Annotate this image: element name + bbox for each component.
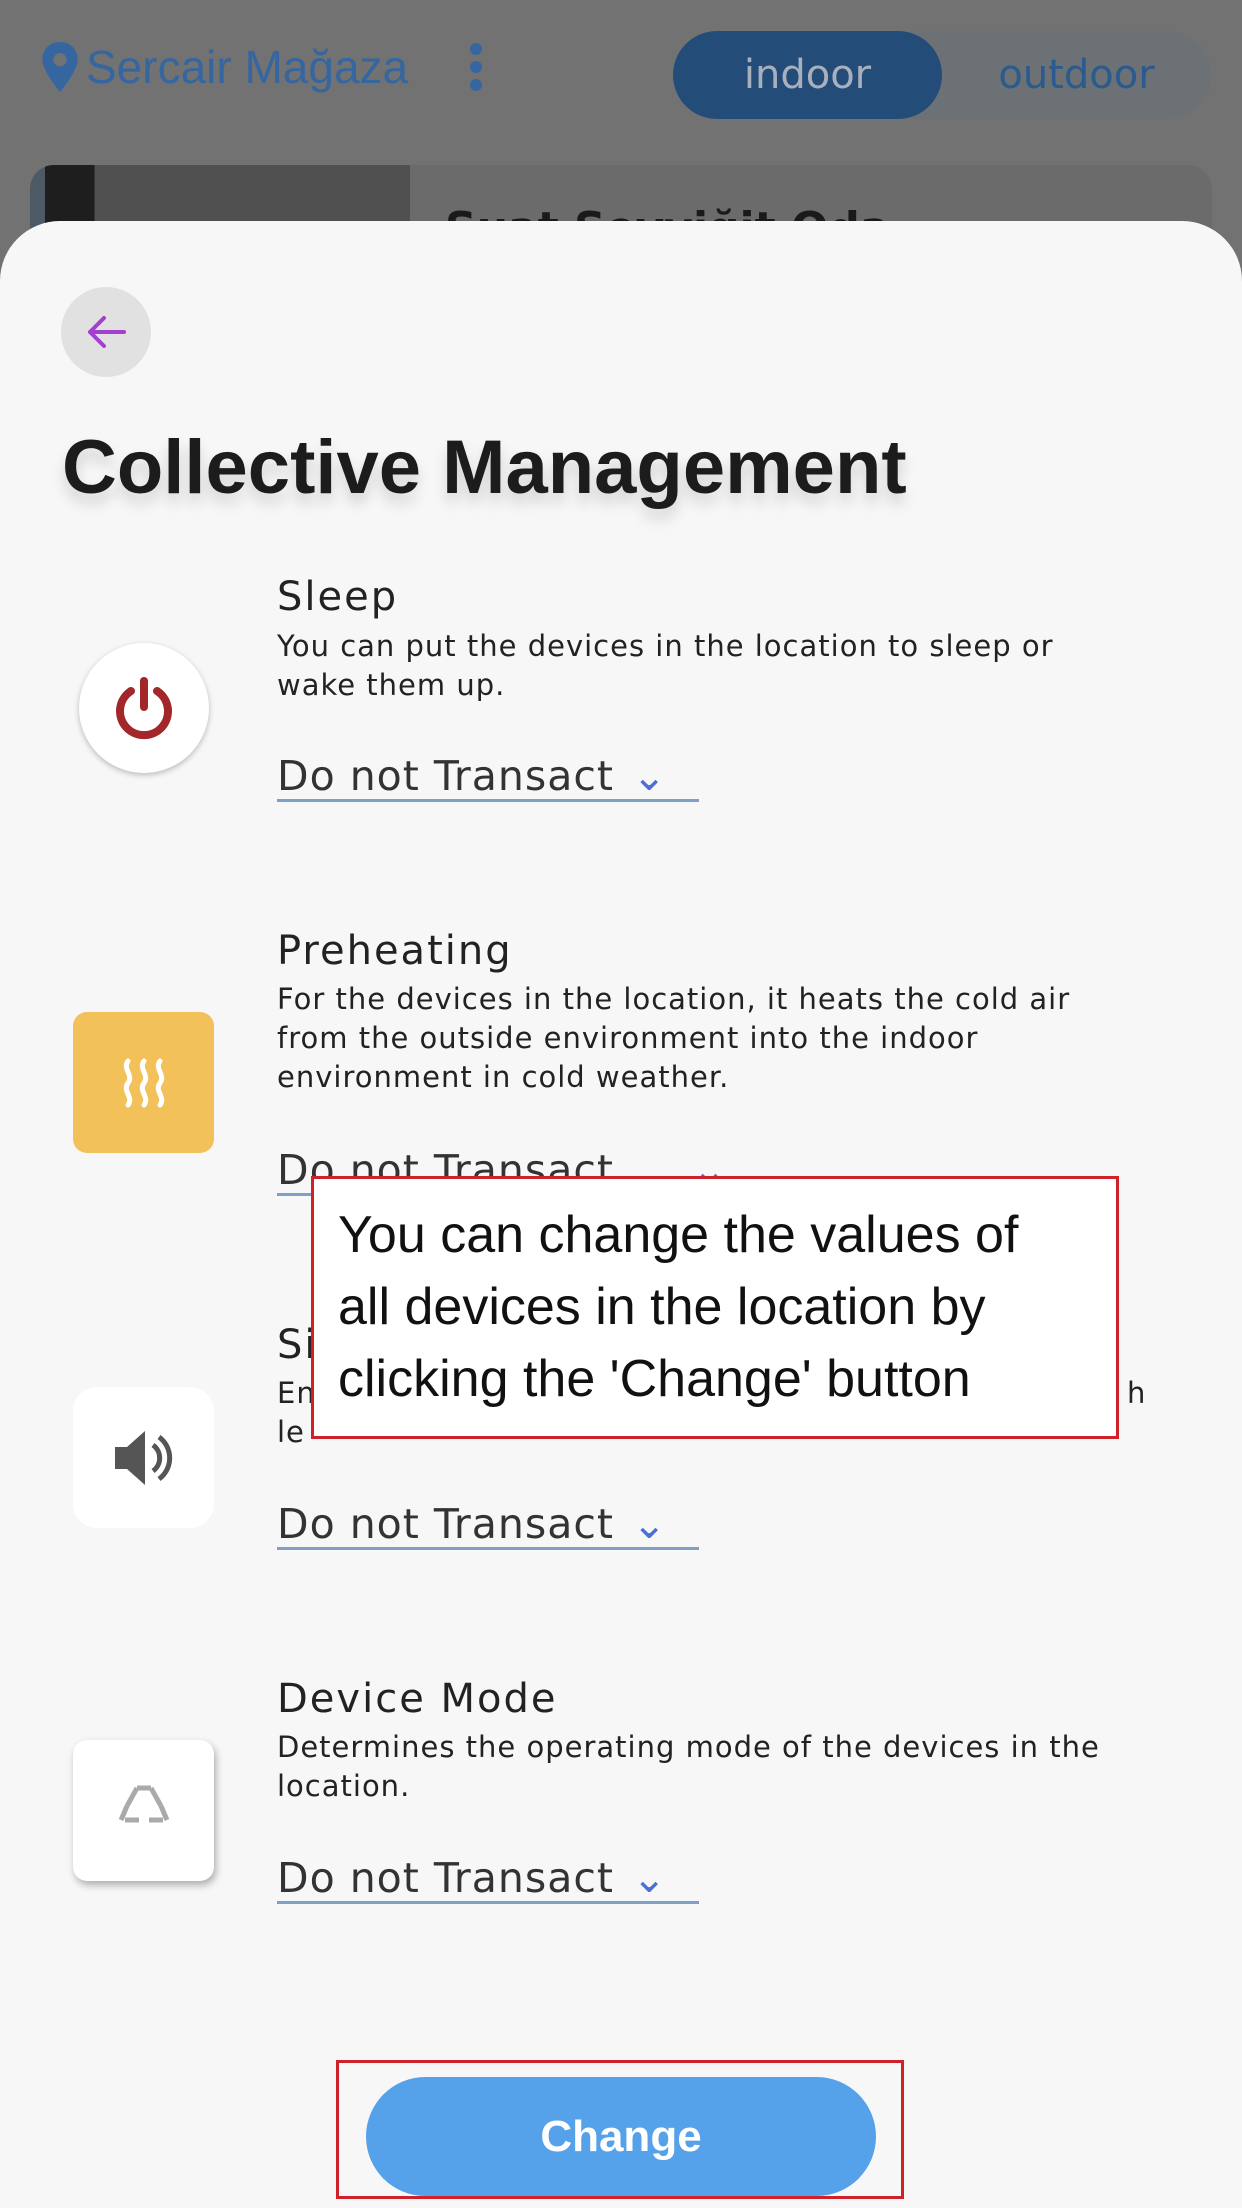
sleep-dropdown[interactable]: Do not Transact ⌄ xyxy=(277,752,699,802)
power-icon xyxy=(79,643,209,773)
more-vertical-icon[interactable] xyxy=(466,41,486,93)
indoor-outdoor-toggle[interactable]: indoor outdoor xyxy=(673,31,1211,119)
toggle-outdoor[interactable]: outdoor xyxy=(942,31,1211,119)
tutorial-tooltip: You can change the values of all devices … xyxy=(311,1176,1119,1439)
recycle-icon xyxy=(73,1740,214,1881)
device-mode-dropdown[interactable]: Do not Transact ⌄ xyxy=(277,1854,699,1904)
chevron-down-icon: ⌄ xyxy=(631,1500,668,1548)
preheating-description: For the devices in the location, it heat… xyxy=(277,982,1071,1094)
sleep-description: You can put the devices in the location … xyxy=(277,629,1054,702)
chevron-down-icon: ⌄ xyxy=(631,752,668,800)
device-mode-title: Device Mode xyxy=(277,1676,558,1722)
page-title: Collective Management xyxy=(62,425,907,510)
sound-description-tail: h xyxy=(1127,1376,1147,1410)
sleep-title: Sleep xyxy=(277,574,399,620)
arrow-left-icon xyxy=(88,316,126,348)
location-pin-icon xyxy=(42,42,78,92)
heat-icon xyxy=(73,1012,214,1153)
back-button[interactable] xyxy=(61,287,151,377)
location-name: Sercair Mağaza xyxy=(86,41,409,93)
preheating-title: Preheating xyxy=(277,928,513,974)
location-selector[interactable]: Sercair Mağaza xyxy=(42,40,486,94)
chevron-down-icon: ⌄ xyxy=(631,1854,668,1902)
toggle-indoor[interactable]: indoor xyxy=(673,31,942,119)
speaker-icon xyxy=(73,1387,214,1528)
device-mode-description: Determines the operating mode of the dev… xyxy=(277,1730,1100,1803)
sound-dropdown[interactable]: Do not Transact ⌄ xyxy=(277,1500,699,1550)
change-button[interactable]: Change xyxy=(366,2077,876,2196)
